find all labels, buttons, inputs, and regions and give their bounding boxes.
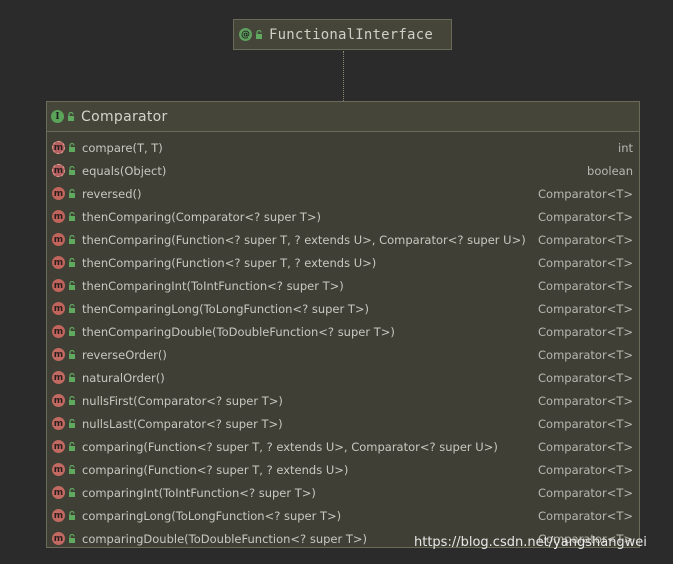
functional-interface-node[interactable]: @ FunctionalInterface: [233, 19, 452, 50]
method-row[interactable]: m reversed() Comparator<T>: [47, 182, 639, 205]
annotation-icon: @: [239, 28, 252, 41]
method-return-type: Comparator<T>: [538, 301, 633, 316]
static-method-icon: m: [52, 440, 65, 453]
method-return-type: Comparator<T>: [538, 278, 633, 293]
static-method-icon: m: [52, 394, 65, 407]
method-signature: comparingLong(ToLongFunction<? super T>): [82, 508, 342, 523]
method-icon: m: [52, 256, 65, 269]
method-icon: m: [52, 302, 65, 315]
method-row[interactable]: m thenComparingDouble(ToDoubleFunction<? …: [47, 320, 639, 343]
method-signature: compare(T, T): [82, 140, 163, 155]
static-method-icon: m: [52, 371, 65, 384]
abstract-method-icon: m: [52, 164, 65, 177]
method-row[interactable]: m thenComparingLong(ToLongFunction<? supe…: [47, 297, 639, 320]
method-return-type: Comparator<T>: [538, 324, 633, 339]
public-lock-icon: [69, 465, 75, 474]
method-row[interactable]: m thenComparing(Function<? super T, ? ext…: [47, 251, 639, 274]
method-return-type: Comparator<T>: [538, 393, 633, 408]
method-signature: reverseOrder(): [82, 347, 167, 362]
method-row[interactable]: m compare(T, T) int: [47, 136, 639, 159]
method-icon: m: [52, 279, 65, 292]
method-signature: nullsFirst(Comparator<? super T>): [82, 393, 283, 408]
method-signature: thenComparing(Function<? super T, ? exte…: [82, 232, 526, 247]
method-row[interactable]: m thenComparing(Comparator<? super T>) Com…: [47, 205, 639, 228]
public-lock-icon: [69, 488, 75, 497]
method-row[interactable]: m naturalOrder() Comparator<T>: [47, 366, 639, 389]
method-return-type: int: [618, 140, 633, 155]
public-lock-icon: [68, 112, 74, 121]
method-return-type: Comparator<T>: [538, 232, 633, 247]
static-method-icon: m: [52, 417, 65, 430]
abstract-method-icon: m: [52, 141, 65, 154]
class-header: I Comparator: [47, 102, 639, 132]
method-row[interactable]: m nullsLast(Comparator<? super T>) Compara…: [47, 412, 639, 435]
method-signature: naturalOrder(): [82, 370, 165, 385]
public-lock-icon: [69, 534, 75, 543]
method-return-type: Comparator<T>: [538, 209, 633, 224]
method-row[interactable]: m thenComparing(Function<? super T, ? ext…: [47, 228, 639, 251]
method-signature: thenComparingLong(ToLongFunction<? super…: [82, 301, 370, 316]
method-return-type: boolean: [587, 163, 633, 178]
public-lock-icon: [69, 258, 75, 267]
static-method-icon: m: [52, 532, 65, 545]
comparator-node[interactable]: I Comparator m compare(T, T) int m equals(Ob…: [46, 101, 640, 548]
method-return-type: Comparator<T>: [538, 416, 633, 431]
public-lock-icon: [69, 281, 75, 290]
public-lock-icon: [69, 235, 75, 244]
public-lock-icon: [69, 143, 75, 152]
method-row[interactable]: m equals(Object) boolean: [47, 159, 639, 182]
method-signature: thenComparingInt(ToIntFunction<? super T…: [82, 278, 344, 293]
method-icon: m: [52, 233, 65, 246]
method-icon: m: [52, 210, 65, 223]
watermark-text: https://blog.csdn.net/yangshangwei: [414, 535, 647, 550]
static-method-icon: m: [52, 486, 65, 499]
public-lock-icon: [69, 189, 75, 198]
method-signature: thenComparing(Function<? super T, ? exte…: [82, 255, 377, 270]
method-return-type: Comparator<T>: [538, 255, 633, 270]
public-lock-icon: [256, 30, 262, 39]
method-signature: comparingInt(ToIntFunction<? super T>): [82, 485, 316, 500]
method-signature: nullsLast(Comparator<? super T>): [82, 416, 283, 431]
method-return-type: Comparator<T>: [538, 485, 633, 500]
method-signature: thenComparingDouble(ToDoubleFunction<? s…: [82, 324, 395, 339]
public-lock-icon: [69, 373, 75, 382]
method-signature: reversed(): [82, 186, 142, 201]
method-row[interactable]: m thenComparingInt(ToIntFunction<? super …: [47, 274, 639, 297]
method-signature: thenComparing(Comparator<? super T>): [82, 209, 322, 224]
public-lock-icon: [69, 396, 75, 405]
method-row[interactable]: m nullsFirst(Comparator<? super T>) Compar…: [47, 389, 639, 412]
public-lock-icon: [69, 419, 75, 428]
method-return-type: Comparator<T>: [538, 462, 633, 477]
method-return-type: Comparator<T>: [538, 370, 633, 385]
public-lock-icon: [69, 166, 75, 175]
method-row[interactable]: m comparing(Function<? super T, ? extends…: [47, 435, 639, 458]
public-lock-icon: [69, 511, 75, 520]
interface-name: FunctionalInterface: [269, 26, 433, 43]
method-row[interactable]: m reverseOrder() Comparator<T>: [47, 343, 639, 366]
method-icon: m: [52, 187, 65, 200]
class-name: Comparator: [81, 108, 168, 125]
method-signature: equals(Object): [82, 163, 167, 178]
public-lock-icon: [69, 327, 75, 336]
method-icon: m: [52, 325, 65, 338]
static-method-icon: m: [52, 463, 65, 476]
public-lock-icon: [69, 442, 75, 451]
inheritance-connector: [343, 51, 344, 101]
method-signature: comparing(Function<? super T, ? extends …: [82, 462, 349, 477]
method-return-type: Comparator<T>: [538, 439, 633, 454]
method-row[interactable]: m comparingInt(ToIntFunction<? super T>) C…: [47, 481, 639, 504]
method-row[interactable]: m comparingLong(ToLongFunction<? super T>…: [47, 504, 639, 527]
static-method-icon: m: [52, 509, 65, 522]
method-list: m compare(T, T) int m equals(Object) boolean m…: [47, 132, 639, 550]
method-signature: comparing(Function<? super T, ? extends …: [82, 439, 498, 454]
public-lock-icon: [69, 350, 75, 359]
static-method-icon: m: [52, 348, 65, 361]
method-return-type: Comparator<T>: [538, 508, 633, 523]
interface-icon: I: [51, 110, 64, 123]
method-row[interactable]: m comparing(Function<? super T, ? extends…: [47, 458, 639, 481]
public-lock-icon: [69, 212, 75, 221]
public-lock-icon: [69, 304, 75, 313]
method-return-type: Comparator<T>: [538, 347, 633, 362]
method-return-type: Comparator<T>: [538, 186, 633, 201]
